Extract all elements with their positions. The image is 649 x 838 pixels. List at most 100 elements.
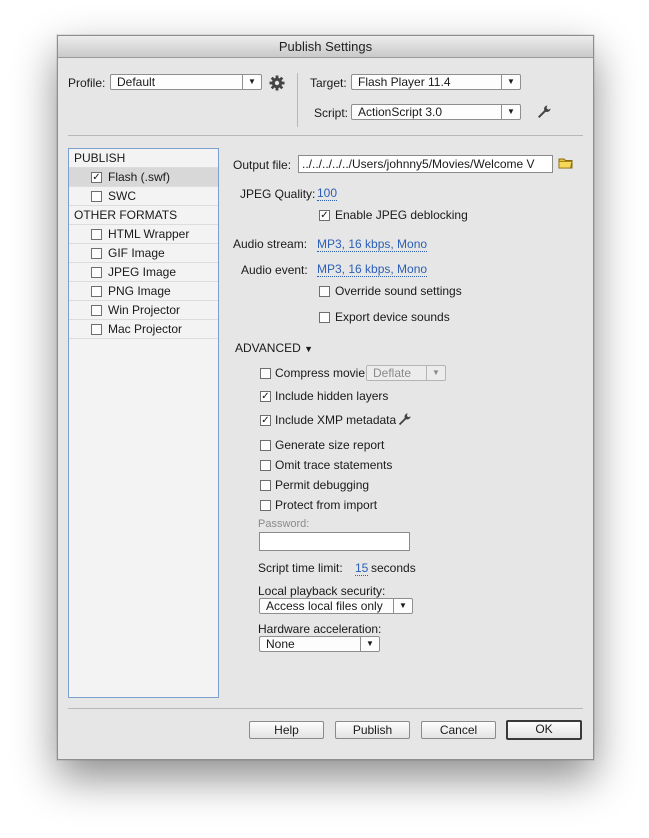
local-playback-security-value: Access local files only — [266, 599, 383, 613]
sidebar-item-label: Mac Projector — [108, 322, 183, 336]
output-file-input[interactable]: ../../../../../Users/johnny5/Movies/Welc… — [298, 155, 553, 173]
omit-trace-checkbox[interactable] — [260, 460, 271, 471]
win-projector-checkbox[interactable] — [91, 305, 102, 316]
sidebar-item-label: Win Projector — [108, 303, 181, 317]
sidebar-item-png-image[interactable]: PNG Image — [69, 282, 218, 301]
advanced-header: ADVANCED — [235, 341, 301, 355]
chevron-down-icon: ▼ — [393, 599, 412, 613]
override-sound-checkbox[interactable] — [319, 286, 330, 297]
target-value: Flash Player 11.4 — [358, 75, 451, 89]
ok-button[interactable]: OK — [506, 720, 582, 740]
folder-icon[interactable] — [558, 155, 574, 171]
publish-settings-dialog: Publish Settings Profile: Default ▼ Targ… — [57, 35, 594, 760]
footer-divider — [68, 708, 583, 709]
publish-button[interactable]: Publish — [335, 721, 410, 739]
generate-size-report-label: Generate size report — [275, 438, 385, 452]
gif-image-checkbox[interactable] — [91, 248, 102, 259]
protect-from-import-checkbox[interactable] — [260, 500, 271, 511]
permit-debugging-checkbox[interactable] — [260, 480, 271, 491]
sidebar-item-label: PNG Image — [108, 284, 171, 298]
hardware-acceleration-label: Hardware acceleration: — [258, 622, 382, 636]
audio-event-value[interactable]: MP3, 16 kbps, Mono — [317, 263, 428, 277]
help-button[interactable]: Help — [249, 721, 324, 739]
vertical-divider — [297, 73, 298, 127]
script-label: Script: — [314, 106, 349, 120]
profile-dropdown[interactable]: Default ▼ — [110, 74, 262, 90]
chevron-down-icon: ▼ — [360, 637, 379, 651]
jpeg-deblocking-label: Enable JPEG deblocking — [335, 208, 468, 222]
local-playback-security-label: Local playback security: — [258, 584, 386, 598]
sidebar-item-label: JPEG Image — [108, 265, 177, 279]
include-hidden-layers-checkbox[interactable]: ✓ — [260, 391, 271, 402]
sidebar-header-publish: PUBLISH — [69, 149, 218, 168]
script-dropdown[interactable]: ActionScript 3.0 ▼ — [351, 104, 521, 120]
script-time-limit-unit: seconds — [371, 561, 416, 575]
script-time-limit-label: Script time limit: — [258, 561, 343, 575]
target-label: Target: — [310, 76, 347, 90]
triangle-down-icon: ▼ — [304, 344, 314, 354]
export-device-sounds-label: Export device sounds — [335, 310, 450, 324]
chevron-down-icon: ▼ — [426, 366, 445, 380]
jpeg-image-checkbox[interactable] — [91, 267, 102, 278]
wrench-icon[interactable] — [536, 104, 552, 120]
swc-checkbox[interactable] — [91, 191, 102, 202]
include-xmp-label: Include XMP metadata — [275, 413, 397, 427]
permit-debugging-label: Permit debugging — [275, 478, 370, 492]
jpeg-quality-label: JPEG Quality: — [240, 187, 316, 201]
include-xmp-checkbox[interactable]: ✓ — [260, 415, 271, 426]
chevron-down-icon: ▼ — [242, 75, 261, 89]
sidebar-item-label: SWC — [108, 189, 136, 203]
profile-label: Profile: — [68, 76, 106, 90]
hardware-acceleration-dropdown[interactable]: None ▼ — [259, 636, 380, 652]
script-time-limit-value[interactable]: 15 — [355, 562, 369, 576]
audio-stream-label: Audio stream: — [233, 237, 308, 251]
format-sidebar: PUBLISH ✓ Flash (.swf) SWC OTHER FORMATS… — [68, 148, 219, 698]
script-value: ActionScript 3.0 — [358, 105, 443, 119]
include-hidden-layers-label: Include hidden layers — [275, 389, 389, 403]
target-dropdown[interactable]: Flash Player 11.4 ▼ — [351, 74, 521, 90]
protect-from-import-label: Protect from import — [275, 498, 378, 512]
jpeg-deblocking-checkbox[interactable]: ✓ — [319, 210, 330, 221]
audio-stream-value[interactable]: MP3, 16 kbps, Mono — [317, 238, 428, 252]
hardware-acceleration-value: None — [266, 637, 295, 651]
sidebar-header-other-formats: OTHER FORMATS — [69, 206, 218, 225]
chevron-down-icon: ▼ — [501, 75, 520, 89]
cancel-button[interactable]: Cancel — [421, 721, 496, 739]
mac-projector-checkbox[interactable] — [91, 324, 102, 335]
gear-icon[interactable] — [268, 74, 286, 92]
sidebar-item-jpeg-image[interactable]: JPEG Image — [69, 263, 218, 282]
compress-method-dropdown[interactable]: Deflate ▼ — [366, 365, 446, 381]
sidebar-item-mac-projector[interactable]: Mac Projector — [69, 320, 218, 339]
horizontal-divider — [68, 135, 583, 136]
generate-size-report-checkbox[interactable] — [260, 440, 271, 451]
jpeg-quality-value[interactable]: 100 — [317, 187, 338, 201]
output-file-label: Output file: — [233, 158, 292, 172]
sidebar-item-gif-image[interactable]: GIF Image — [69, 244, 218, 263]
png-image-checkbox[interactable] — [91, 286, 102, 297]
profile-value: Default — [117, 75, 156, 89]
wrench-icon[interactable] — [397, 412, 412, 427]
sidebar-item-swc[interactable]: SWC — [69, 187, 218, 206]
sidebar-item-label: GIF Image — [108, 246, 165, 260]
export-device-sounds-checkbox[interactable] — [319, 312, 330, 323]
local-playback-security-dropdown[interactable]: Access local files only ▼ — [259, 598, 413, 614]
sidebar-item-html-wrapper[interactable]: HTML Wrapper — [69, 225, 218, 244]
sidebar-item-label: HTML Wrapper — [108, 227, 190, 241]
compress-movie-checkbox[interactable] — [260, 368, 271, 379]
omit-trace-label: Omit trace statements — [275, 458, 393, 472]
sidebar-item-win-projector[interactable]: Win Projector — [69, 301, 218, 320]
audio-event-label: Audio event: — [241, 263, 308, 277]
password-input[interactable] — [259, 532, 410, 551]
html-wrapper-checkbox[interactable] — [91, 229, 102, 240]
compress-method-value: Deflate — [373, 366, 412, 380]
chevron-down-icon: ▼ — [501, 105, 520, 119]
override-sound-label: Override sound settings — [335, 284, 462, 298]
flash-checkbox[interactable]: ✓ — [91, 172, 102, 183]
sidebar-item-label: Flash (.swf) — [108, 170, 171, 184]
advanced-section-toggle[interactable]: ADVANCED ▼ — [235, 341, 313, 355]
password-label: Password: — [258, 518, 310, 530]
sidebar-item-flash[interactable]: ✓ Flash (.swf) — [69, 168, 218, 187]
title-bar: Publish Settings — [58, 36, 593, 58]
window-title: Publish Settings — [278, 39, 373, 54]
compress-movie-label: Compress movie — [275, 366, 366, 380]
